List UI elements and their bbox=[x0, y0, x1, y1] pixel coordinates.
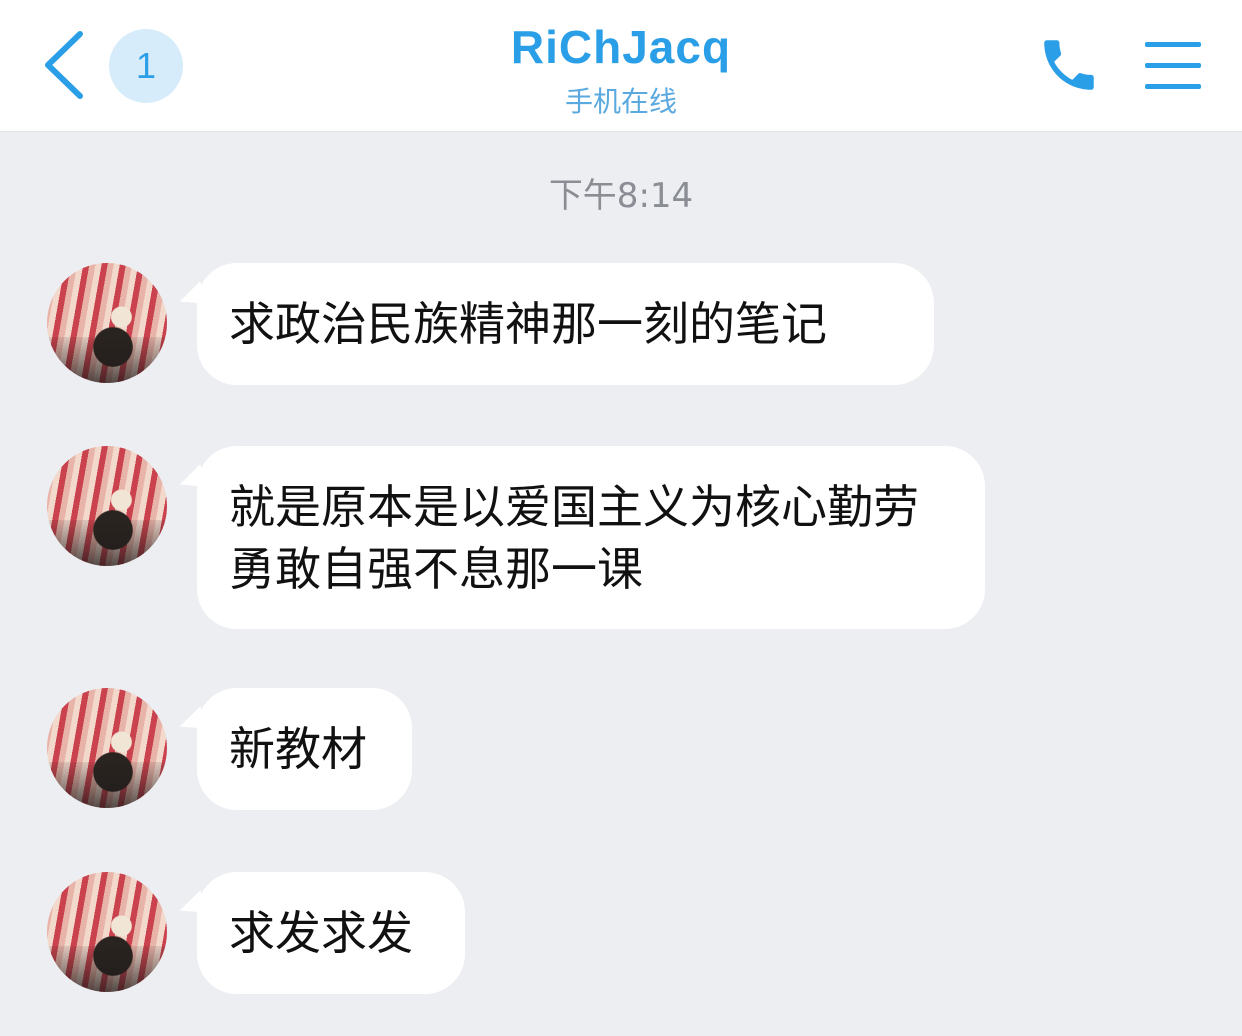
menu-button[interactable] bbox=[1145, 42, 1201, 90]
message-timestamp: 下午8:14 bbox=[548, 176, 694, 216]
phone-icon bbox=[1044, 40, 1094, 90]
message-bubble[interactable]: 就是原本是以爱国主义为核心勤劳勇敢自强不息那一课 bbox=[197, 446, 985, 629]
menu-icon bbox=[1145, 42, 1201, 47]
call-button[interactable] bbox=[1036, 32, 1102, 98]
menu-icon-line bbox=[1145, 63, 1201, 68]
message-bubble[interactable]: 求政治民族精神那一刻的笔记 bbox=[197, 263, 934, 385]
contact-avatar[interactable] bbox=[47, 263, 167, 383]
menu-icon-line bbox=[1145, 84, 1201, 89]
chat-header: 1 RiChJacq 手机在线 bbox=[0, 0, 1242, 132]
message-bubble[interactable]: 新教材 bbox=[197, 688, 412, 810]
contact-avatar[interactable] bbox=[47, 688, 167, 808]
contact-avatar[interactable] bbox=[47, 446, 167, 566]
contact-avatar[interactable] bbox=[47, 872, 167, 992]
message-bubble[interactable]: 求发求发 bbox=[197, 872, 465, 994]
